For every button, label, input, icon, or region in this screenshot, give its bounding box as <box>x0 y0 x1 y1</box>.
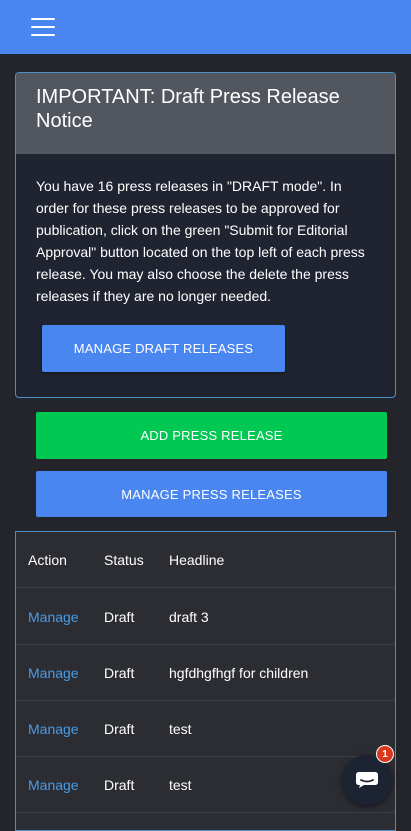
manage-link[interactable]: Manage <box>28 645 79 701</box>
hamburger-menu-icon[interactable] <box>31 17 55 37</box>
manage-link[interactable]: Manage <box>28 701 79 757</box>
column-header-action: Action <box>28 552 67 568</box>
add-press-release-button[interactable]: ADD PRESS RELEASE <box>36 412 387 459</box>
status-cell: Draft <box>104 609 135 625</box>
table-row: Manage Draft draft 3 <box>16 589 395 645</box>
column-header-headline: Headline <box>169 552 225 568</box>
manage-link[interactable]: Manage <box>28 757 79 813</box>
manage-draft-releases-button[interactable]: MANAGE DRAFT RELEASES <box>42 325 285 372</box>
table-row: Manage Draft test <box>16 701 395 757</box>
column-header-status: Status <box>104 552 144 568</box>
headline-cell: draft 3 <box>169 609 209 625</box>
notice-body: You have 16 press releases in "DRAFT mod… <box>36 178 365 304</box>
manage-link[interactable]: Manage <box>28 589 79 645</box>
top-navigation-bar <box>0 0 411 54</box>
status-cell: Draft <box>104 721 135 737</box>
headline-cell: test <box>169 721 192 737</box>
notice-header: IMPORTANT: Draft Press Release Notice <box>16 73 395 154</box>
headline-cell: test <box>169 777 192 793</box>
press-releases-table: Action Status Headline Manage Draft draf… <box>15 531 396 831</box>
status-cell: Draft <box>104 777 135 793</box>
notice-title: IMPORTANT: Draft Press Release Notice <box>36 86 340 132</box>
table-row: Manage Draft hgfdhgfhgf for children <box>16 645 395 701</box>
table-header-row: Action Status Headline <box>16 532 395 588</box>
draft-notice-card: IMPORTANT: Draft Press Release Notice Yo… <box>15 72 396 398</box>
chat-notification-badge: 1 <box>376 745 394 763</box>
headline-cell: hgfdhgfhgf for children <box>169 665 309 681</box>
chat-bubble-icon <box>356 772 378 788</box>
status-cell: Draft <box>104 665 135 681</box>
table-row: Manage Draft test <box>16 757 395 813</box>
manage-press-releases-button[interactable]: MANAGE PRESS RELEASES <box>36 471 387 517</box>
